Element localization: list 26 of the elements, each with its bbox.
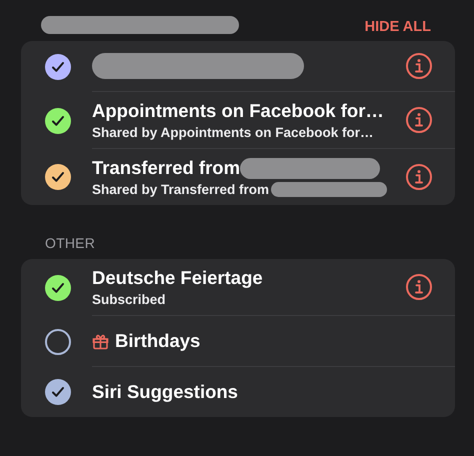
checkmark-icon <box>51 60 65 72</box>
calendar-name: Appointments on Facebook for… <box>92 100 384 122</box>
checkmark-icon <box>51 171 65 183</box>
info-button[interactable] <box>405 273 433 301</box>
calendar-name: Birthdays <box>115 330 200 352</box>
section-header: OTHER <box>44 235 96 253</box>
calendar-name: Transferred from <box>92 157 240 179</box>
checkbox[interactable] <box>45 108 71 134</box>
checkmark-icon <box>51 282 65 294</box>
checkmark-icon <box>51 114 65 126</box>
info-button[interactable] <box>405 163 433 191</box>
checkbox[interactable] <box>45 379 71 405</box>
checkbox[interactable] <box>45 328 71 354</box>
info-button[interactable] <box>405 52 433 80</box>
checkbox[interactable] <box>45 274 71 300</box>
info-button[interactable] <box>405 106 433 134</box>
calendar-name: Deutsche Feiertage <box>92 267 263 289</box>
calendar-subtitle: Shared by Transferred from <box>92 182 270 197</box>
hide-all-link[interactable]: HIDE ALL <box>364 19 431 35</box>
gift-icon <box>92 332 109 350</box>
calendar-subtitle: Shared by Appointments on Facebook for… <box>92 125 374 140</box>
checkmark-icon <box>51 386 65 398</box>
checkbox[interactable] <box>45 54 71 80</box>
calendar-subtitle: Subscribed <box>92 292 166 307</box>
checkbox[interactable] <box>45 164 71 190</box>
calendar-name: Siri Suggestions <box>92 381 238 403</box>
